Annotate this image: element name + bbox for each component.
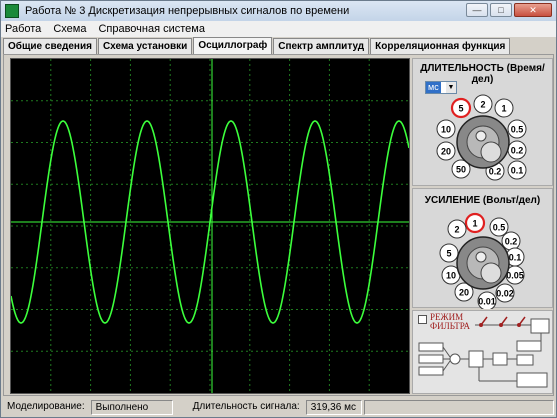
gain-setting-label: 0.02 bbox=[496, 289, 514, 299]
gain-setting-label: 5 bbox=[446, 249, 451, 259]
duration-setting-label: 20 bbox=[441, 147, 451, 157]
tab-correlation-function[interactable]: Корреляционная функция bbox=[370, 38, 511, 54]
window-title: Работа № 3 Дискретизация непрерывных сиг… bbox=[25, 5, 350, 17]
gain-setting-label: 0.5 bbox=[493, 223, 506, 233]
oscilloscope-panel: 5 2 1 0.5 0.2 0.1 0.2 50 20 10 ДЛИТЕЛЬНОСТЬ (Врем… bbox=[3, 54, 554, 396]
menu-help[interactable]: Справочная система bbox=[98, 23, 205, 35]
close-button[interactable]: ✕ bbox=[514, 3, 552, 17]
gain-setting-1[interactable]: 0.5 bbox=[489, 217, 509, 237]
duration-setting-label: 0.2 bbox=[511, 146, 524, 156]
gain-setting-label: 2 bbox=[454, 225, 459, 235]
filter-panel: РЕЖИМ ФИЛЬТРА bbox=[412, 310, 553, 394]
duration-setting-0[interactable]: 5 bbox=[450, 97, 472, 119]
signal-duration-value: 319,36 мс bbox=[305, 400, 362, 415]
tab-oscilloscope[interactable]: Осциллограф bbox=[193, 37, 273, 54]
duration-setting-label: 0.5 bbox=[511, 125, 524, 135]
menu-scheme[interactable]: Схема bbox=[53, 23, 86, 35]
duration-setting-label: 1 bbox=[501, 104, 506, 114]
status-bar: Моделирование: Выполнено Длительность си… bbox=[1, 398, 556, 417]
time-unit-select[interactable]: мс ▼ bbox=[425, 81, 457, 94]
gain-setting-label: 0.01 bbox=[478, 297, 496, 307]
menu-bar: Работа Схема Справочная система bbox=[1, 21, 556, 37]
title-bar: Работа № 3 Дискретизация непрерывных сиг… bbox=[1, 1, 556, 21]
filter-circuit-diagram bbox=[418, 316, 550, 388]
duration-setting-label: 5 bbox=[458, 104, 463, 114]
chevron-down-icon[interactable]: ▼ bbox=[446, 82, 456, 93]
duration-setting-4[interactable]: 0.2 bbox=[507, 140, 527, 160]
gain-setting-2[interactable]: 0.2 bbox=[501, 231, 521, 251]
oscilloscope-screen bbox=[10, 58, 410, 394]
modeling-status: Выполнено bbox=[90, 400, 173, 415]
gain-setting-5[interactable]: 0.02 bbox=[495, 283, 515, 303]
duration-setting-2[interactable]: 1 bbox=[494, 98, 514, 118]
modeling-label: Моделирование: bbox=[7, 401, 85, 412]
gain-setting-label: 1 bbox=[472, 219, 477, 229]
duration-panel: 5 2 1 0.5 0.2 0.1 0.2 50 20 10 ДЛИТЕЛЬНОСТЬ (Врем… bbox=[412, 58, 553, 186]
duration-setting-label: 0.1 bbox=[511, 166, 524, 176]
app-window: Работа № 3 Дискретизация непрерывных сиг… bbox=[0, 0, 557, 418]
gain-setting-6[interactable]: 0.01 bbox=[477, 291, 497, 309]
duration-setting-5[interactable]: 0.1 bbox=[507, 160, 527, 180]
gain-dial[interactable]: 1 0.5 0.2 0.1 0.05 0.020.01 2010 5 2 bbox=[413, 189, 554, 309]
duration-setting-3[interactable]: 0.5 bbox=[507, 119, 527, 139]
window-controls: — □ ✕ bbox=[466, 3, 552, 17]
tab-amplitude-spectrum[interactable]: Спектр амплитуд bbox=[273, 38, 370, 54]
signal-duration-label: Длительность сигнала: bbox=[192, 401, 300, 412]
duration-setting-label: 2 bbox=[480, 100, 485, 110]
tab-strip: Общие сведения Схема установки Осциллогр… bbox=[3, 37, 511, 54]
oscilloscope-display bbox=[11, 59, 409, 393]
gain-setting-0[interactable]: 1 bbox=[464, 212, 486, 234]
gain-setting-label: 0.2 bbox=[505, 237, 518, 247]
tab-general[interactable]: Общие сведения bbox=[3, 38, 97, 54]
duration-setting-9[interactable]: 10 bbox=[436, 119, 456, 139]
app-icon bbox=[5, 4, 19, 18]
gain-panel: 1 0.5 0.2 0.1 0.05 0.02 0.01 20 10 5 2 УСИЛЕНИЕ (В… bbox=[412, 188, 554, 309]
gain-setting-label: 10 bbox=[446, 271, 456, 281]
gain-setting-label: 20 bbox=[459, 288, 469, 298]
maximize-button[interactable]: □ bbox=[490, 3, 512, 17]
gain-knob[interactable] bbox=[456, 236, 510, 290]
duration-setting-1[interactable]: 2 bbox=[473, 94, 493, 114]
gain-setting-9[interactable]: 5 bbox=[439, 243, 459, 263]
gain-title: УСИЛЕНИЕ (Вольт/дел) bbox=[424, 195, 541, 206]
duration-setting-label: 10 bbox=[441, 125, 451, 135]
duration-setting-label: 0.2 bbox=[489, 167, 502, 177]
status-empty-cell bbox=[363, 400, 554, 415]
menu-work[interactable]: Работа bbox=[5, 23, 41, 35]
time-unit-value: мс bbox=[426, 82, 441, 93]
minimize-button[interactable]: — bbox=[466, 3, 488, 17]
duration-knob[interactable] bbox=[456, 115, 510, 169]
gain-setting-10[interactable]: 2 bbox=[447, 219, 467, 239]
gain-setting-label: 0.1 bbox=[509, 253, 522, 263]
duration-setting-label: 50 bbox=[456, 165, 466, 175]
gain-setting-label: 0.05 bbox=[506, 271, 524, 281]
tab-setup-scheme[interactable]: Схема установки bbox=[97, 38, 193, 54]
duration-setting-8[interactable]: 20 bbox=[436, 141, 456, 161]
